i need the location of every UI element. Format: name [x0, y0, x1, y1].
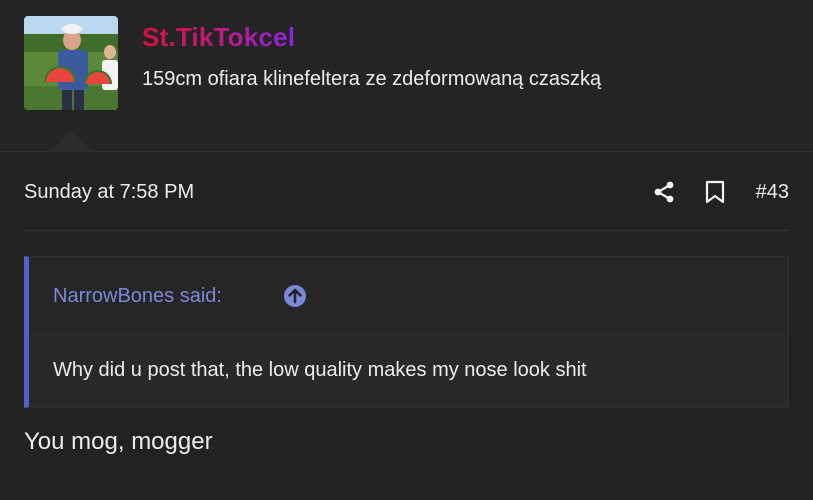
quote-text: Why did u post that, the low quality mak… [53, 359, 587, 381]
post-date[interactable]: Sunday at 7:58 PM [24, 178, 194, 206]
message-user-header: St.TikTokcel 159cm ofiara klinefeltera z… [0, 0, 813, 152]
user-title: 159cm ofiara klinefeltera ze zdeformowan… [142, 68, 602, 90]
quote-block: NarrowBones said: Why did u post that, t… [24, 256, 789, 408]
post-text: You mog, mogger [24, 428, 213, 455]
post-number-link[interactable]: #43 [756, 181, 789, 204]
username-link[interactable]: St.TikTokcel [142, 22, 295, 53]
post-container: St.TikTokcel 159cm ofiara klinefeltera z… [0, 0, 813, 500]
message-attribution: Sunday at 7:58 PM #43 [24, 178, 789, 206]
meta-divider [24, 230, 789, 231]
quote-author-link[interactable]: NarrowBones said: [53, 285, 222, 308]
bookmark-icon[interactable] [704, 180, 726, 204]
user-avatar[interactable] [24, 16, 118, 110]
message-body: Sunday at 7:58 PM #43 NarrowBones said: [0, 152, 813, 500]
user-arrow-notch [49, 130, 93, 152]
quote-content: Why did u post that, the low quality mak… [29, 333, 788, 407]
post-actions: #43 [652, 178, 789, 206]
quote-header: NarrowBones said: [29, 257, 788, 333]
arrow-up-circle-icon[interactable] [283, 284, 307, 308]
share-icon[interactable] [652, 180, 676, 204]
